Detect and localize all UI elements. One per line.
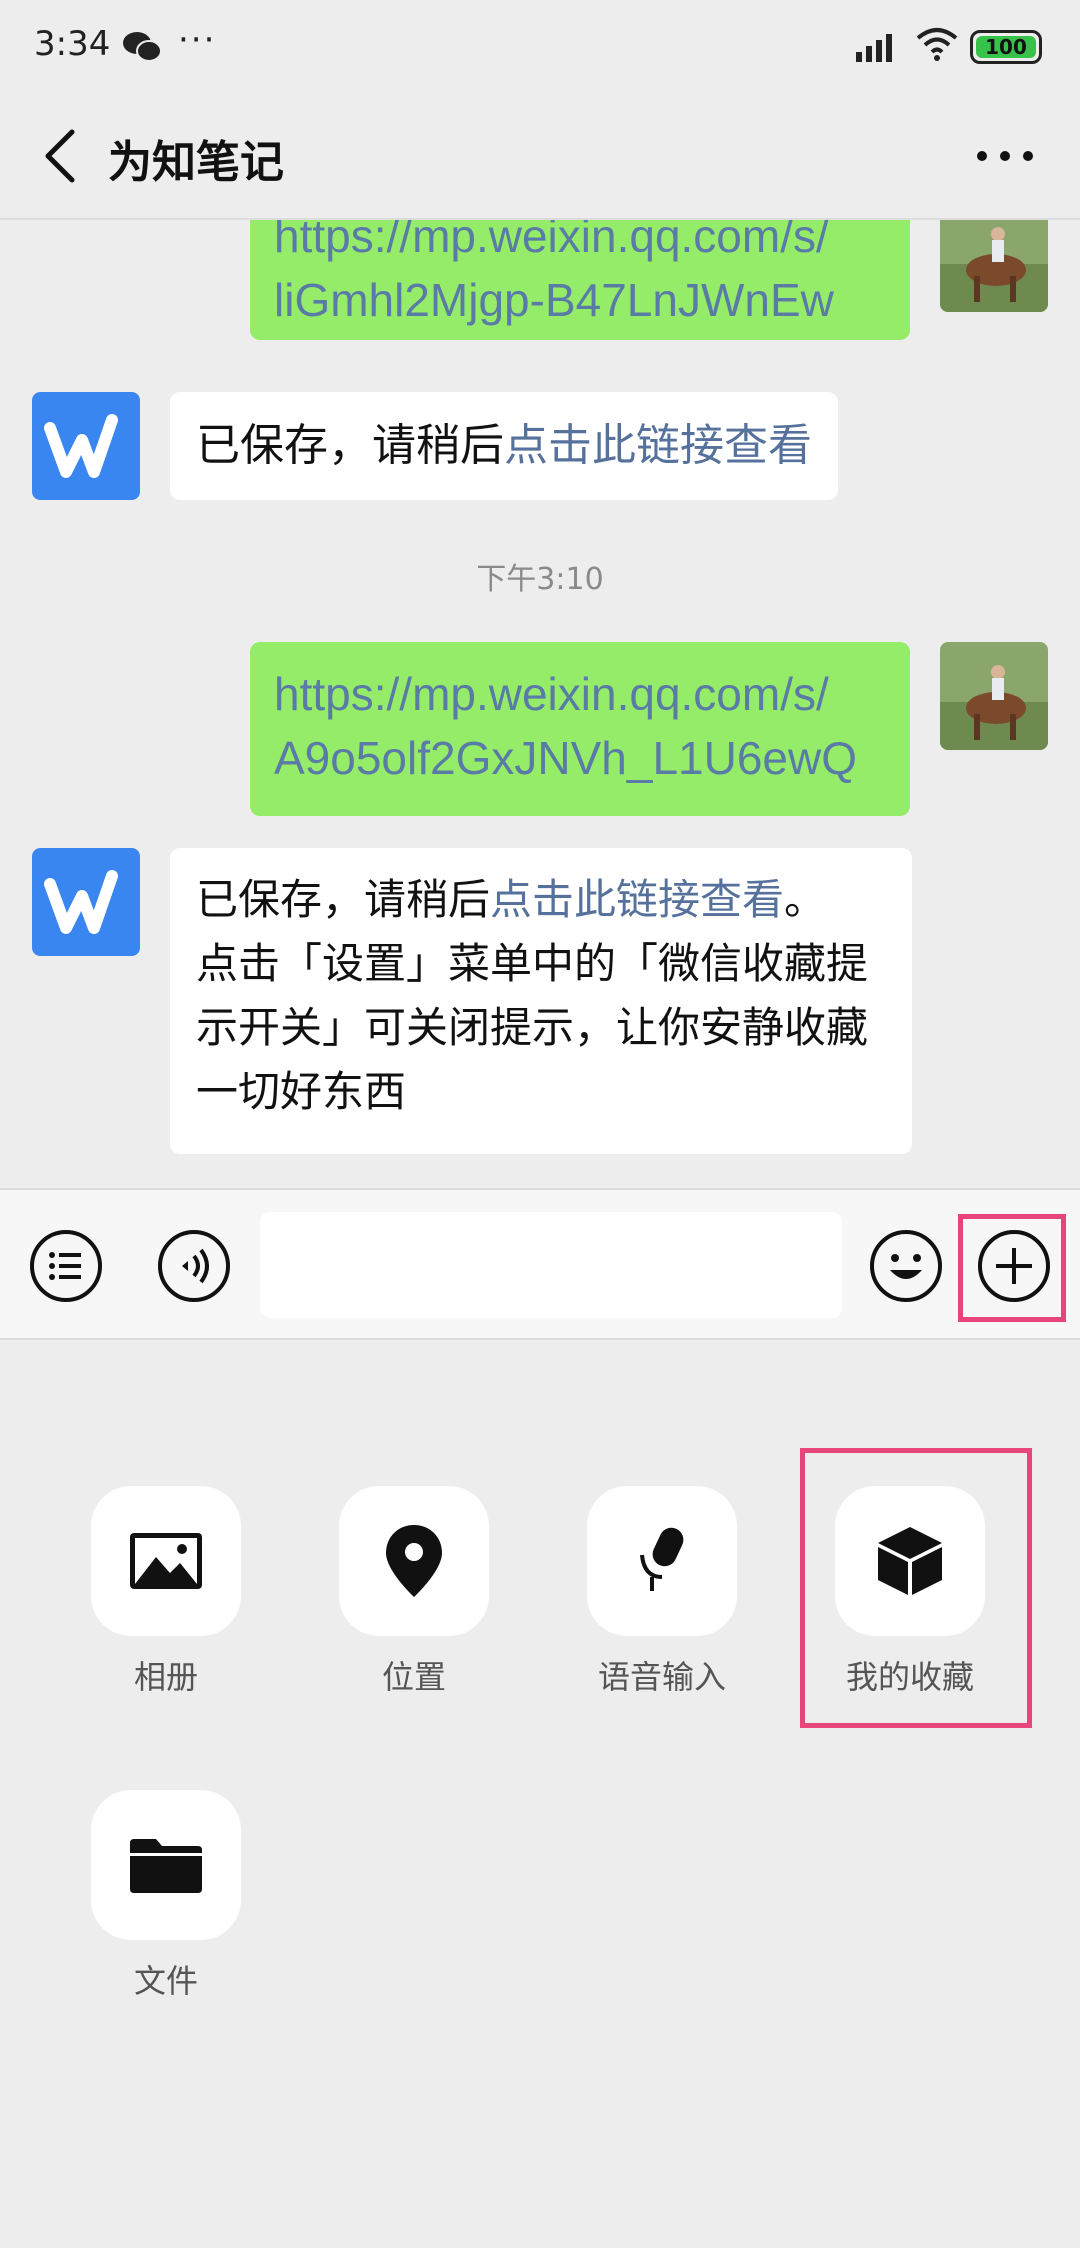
chat-title: 为知笔记 — [108, 137, 284, 188]
outgoing-link-bubble[interactable]: https://mp.weixin.qq.com/s/ A9o5olf2GxJN… — [250, 642, 910, 816]
chat-header: 为知笔记 — [0, 96, 1080, 220]
voice-input-button[interactable] — [587, 1486, 737, 1636]
incoming-message-bubble[interactable]: 已保存，请稍后点击此链接查看。 点击「设置」菜单中的「微信收藏提 示开关」可关闭… — [170, 848, 912, 1154]
panel-item-label: 语音输入 — [597, 1658, 726, 1696]
menu-list-icon[interactable] — [28, 1228, 104, 1304]
message-line: 一切好东西 — [196, 1067, 407, 1116]
folder-icon — [130, 1839, 202, 1893]
more-options-icon[interactable] — [970, 136, 1040, 176]
link-line: liGmhl2Mjgp-B47LnJWnEw — [274, 274, 834, 326]
message-text: 已保存，请稍后 — [196, 875, 491, 924]
user-avatar[interactable] — [940, 220, 1048, 312]
message-line: 点击「设置」菜单中的「微信收藏提 — [196, 939, 869, 988]
back-icon[interactable] — [30, 124, 90, 188]
status-more-dots: ··· — [178, 20, 217, 60]
incoming-message-bubble[interactable]: 已保存，请稍后点击此链接查看 — [170, 392, 838, 500]
image-icon — [130, 1533, 202, 1589]
signal-icon — [856, 34, 892, 62]
link-line: https://mp.weixin.qq.com/s/ — [274, 220, 829, 262]
microphone-icon — [640, 1527, 684, 1591]
status-time: 3:34 — [34, 24, 111, 64]
location-icon — [386, 1525, 442, 1597]
bot-avatar[interactable] — [32, 392, 140, 500]
location-button[interactable] — [339, 1486, 489, 1636]
user-avatar[interactable] — [940, 642, 1048, 750]
wifi-icon — [916, 28, 958, 61]
bot-avatar[interactable] — [32, 848, 140, 956]
view-link[interactable]: 点击此链接查看 — [490, 875, 784, 924]
panel-item-label: 文件 — [133, 1962, 198, 2000]
link-line: A9o5olf2GxJNVh_L1U6ewQ — [274, 732, 857, 784]
battery-level: 100 — [976, 35, 1036, 59]
timestamp: 下午3:10 — [476, 562, 604, 597]
message-input[interactable] — [260, 1212, 842, 1318]
file-button[interactable] — [91, 1790, 241, 1940]
message-text: 已保存，请稍后 — [196, 420, 504, 471]
favorites-highlight — [800, 1448, 1032, 1728]
message-text: 。 — [784, 875, 827, 924]
outgoing-link-bubble[interactable]: https://mp.weixin.qq.com/s/ liGmhl2Mjgp-… — [250, 220, 910, 340]
voice-icon[interactable] — [156, 1228, 232, 1304]
message-line: 已保存，请稍后点击此链接查看。 — [196, 868, 886, 932]
panel-item-label: 位置 — [381, 1658, 446, 1696]
status-bar: 3:34 ··· 100 — [0, 0, 1080, 96]
panel-item-label: 相册 — [133, 1658, 198, 1696]
message-line: 示开关」可关闭提示，让你安静收藏 — [196, 1003, 869, 1052]
wechat-icon — [123, 32, 162, 62]
input-toolbar — [0, 1188, 1080, 1340]
link-line: https://mp.weixin.qq.com/s/ — [274, 668, 829, 720]
more-functions-panel: 相册 位置 语音输入 我的收藏 文件 — [0, 1340, 1080, 2248]
plus-button-highlight — [958, 1214, 1066, 1322]
chat-message-list[interactable]: https://mp.weixin.qq.com/s/ liGmhl2Mjgp-… — [0, 220, 1080, 1188]
view-link[interactable]: 点击此链接查看 — [504, 420, 812, 471]
emoji-icon[interactable] — [868, 1228, 944, 1304]
battery-icon: 100 — [970, 30, 1042, 64]
album-button[interactable] — [91, 1486, 241, 1636]
